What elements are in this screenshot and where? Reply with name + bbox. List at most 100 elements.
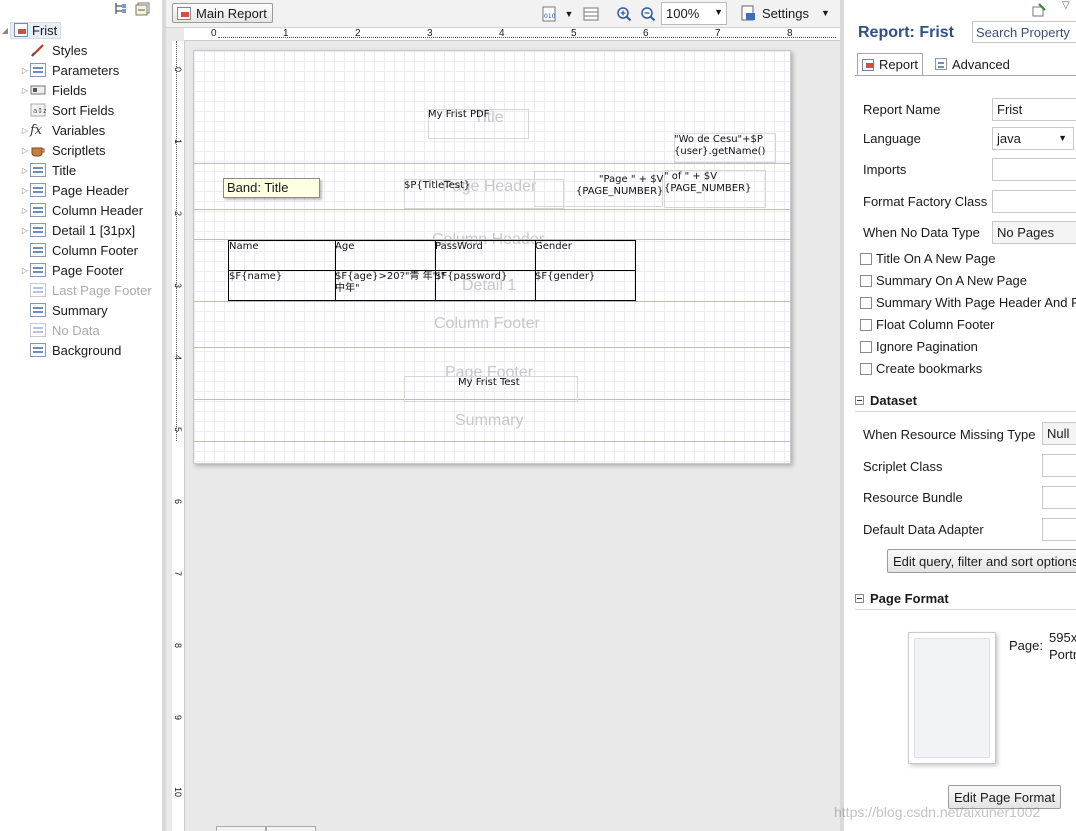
data-table[interactable]: Name Age PassWord Gender $F{name} $F{age… <box>228 240 636 301</box>
tree-item-label: Column Footer <box>52 242 138 258</box>
expand-arrow-icon[interactable]: ▷ <box>20 266 30 275</box>
summary-header-footer-checkbox[interactable]: Summary With Page Header And Footer <box>860 295 1076 310</box>
scriplet-class-field[interactable] <box>1042 454 1076 477</box>
zoom-combo[interactable]: 100% ▼ <box>661 2 727 25</box>
dataset-section-header[interactable]: Dataset <box>855 393 1076 412</box>
tree-item-label: Detail 1 [31px] <box>52 222 136 238</box>
tab-report[interactable]: Report <box>857 53 924 75</box>
collapse-section-icon[interactable] <box>855 396 864 405</box>
zoom-out-icon[interactable] <box>640 4 656 23</box>
column-header-cell[interactable]: PassWord <box>435 241 483 253</box>
tree-item-column-header[interactable]: ▷ Column Header <box>0 200 162 220</box>
settings-menu[interactable]: Settings ▼ <box>740 5 830 21</box>
title-text[interactable]: My Frist PDF <box>428 109 489 121</box>
default-adapter-field[interactable] <box>1042 518 1076 541</box>
collapse-arrow-icon[interactable]: ◢ <box>0 26 10 35</box>
tree-item-variables[interactable]: ▷ fx Variables <box>0 120 162 140</box>
tree-item-page-footer[interactable]: ▷ Page Footer <box>0 260 162 280</box>
expand-arrow-icon[interactable]: ▷ <box>20 86 30 95</box>
language-select[interactable]: java ▼ <box>992 127 1074 150</box>
band-divider[interactable] <box>194 163 790 164</box>
bottom-tab[interactable] <box>266 826 316 831</box>
report-name-field[interactable]: Frist <box>992 98 1076 121</box>
detail-cell[interactable]: $F{age}>20?"青 年":" 中年" <box>335 271 445 295</box>
collapse-all-icon[interactable] <box>135 2 150 16</box>
tree-item-label: Background <box>52 342 122 358</box>
expand-arrow-icon[interactable]: ▷ <box>20 186 30 195</box>
param-title-text[interactable]: $P{TitleTest} <box>404 180 470 192</box>
tree-item-summary[interactable]: Summary <box>0 300 162 320</box>
chevron-down-icon[interactable]: ▼ <box>564 4 574 23</box>
tree-item-background[interactable]: Background <box>0 340 162 360</box>
tree-item-detail[interactable]: ▷ Detail 1 [31px] <box>0 220 162 240</box>
column-header-cell[interactable]: Name <box>229 241 259 253</box>
tree-item-sort-fields[interactable]: a↕z Sort Fields <box>0 100 162 120</box>
detail-cell[interactable]: $F{name} <box>229 271 282 283</box>
tree-item-parameters[interactable]: ▷ Parameters <box>0 60 162 80</box>
tree-item-last-page-footer[interactable]: Last Page Footer <box>0 280 162 300</box>
tree-item-page-header[interactable]: ▷ Page Header <box>0 180 162 200</box>
page-format-section-header[interactable]: Page Format <box>855 591 1076 610</box>
tree-item-title[interactable]: ▷ Title <box>0 160 162 180</box>
band-tooltip: Band: Title <box>223 178 320 198</box>
tree-item-column-footer[interactable]: Column Footer <box>0 240 162 260</box>
edit-query-button[interactable]: Edit query, filter and sort options <box>887 549 1076 573</box>
chevron-down-icon[interactable]: ▼ <box>714 7 723 17</box>
view-menu-icon[interactable]: ▽ <box>1062 0 1070 11</box>
checkbox-box[interactable] <box>860 318 872 331</box>
format-factory-field[interactable] <box>992 190 1076 213</box>
expand-arrow-icon[interactable]: ▷ <box>20 66 30 75</box>
detail-cell[interactable]: $F{password} <box>435 271 507 283</box>
float-column-footer-checkbox[interactable]: Float Column Footer <box>860 317 995 332</box>
checkbox-box[interactable] <box>860 340 872 353</box>
detail-cell[interactable]: $F{gender} <box>535 271 595 283</box>
default-adapter-label: Default Data Adapter <box>863 522 984 537</box>
collapse-section-icon[interactable] <box>855 594 864 603</box>
band-divider[interactable] <box>194 209 790 210</box>
imports-field[interactable] <box>992 158 1076 181</box>
tree-root[interactable]: ◢ Frist <box>0 20 162 40</box>
svg-text:010: 010 <box>544 13 556 20</box>
ruler-number: 1 <box>173 139 183 145</box>
expand-arrow-icon[interactable]: ▷ <box>20 126 30 135</box>
summary-new-page-checkbox[interactable]: Summary On A New Page <box>860 273 1027 288</box>
tree-item-fields[interactable]: ▷ Fields <box>0 80 162 100</box>
tree-item-no-data[interactable]: No Data <box>0 320 162 340</box>
bottom-tab[interactable] <box>216 826 266 831</box>
resource-bundle-label: Resource Bundle <box>863 490 963 505</box>
ignore-pagination-checkbox[interactable]: Ignore Pagination <box>860 339 978 354</box>
tree-item-styles[interactable]: Styles <box>0 40 162 60</box>
create-bookmarks-checkbox[interactable]: Create bookmarks <box>860 361 982 376</box>
footer-text[interactable]: My Frist Test <box>458 377 520 389</box>
tab-advanced[interactable]: Advanced <box>931 53 1014 75</box>
resource-bundle-field[interactable] <box>1042 486 1076 509</box>
zoom-in-icon[interactable] <box>616 4 632 23</box>
pin-view-icon[interactable] <box>1031 2 1047 21</box>
band-divider[interactable] <box>194 441 790 442</box>
title-new-page-checkbox[interactable]: Title On A New Page <box>860 251 995 266</box>
checkbox-box[interactable] <box>860 252 872 265</box>
tree-layout-icon[interactable] <box>113 2 127 16</box>
checkbox-box[interactable] <box>860 274 872 287</box>
tree-item-label: Variables <box>52 122 106 138</box>
no-data-type-select[interactable]: No Pages <box>992 221 1076 244</box>
main-report-tab[interactable]: Main Report <box>172 3 273 23</box>
page-number-text[interactable]: "Page " + $V {PAGE_NUMBER} <box>576 174 663 198</box>
band-divider[interactable] <box>194 347 790 348</box>
checkbox-box[interactable] <box>860 362 872 375</box>
expand-arrow-icon[interactable]: ▷ <box>20 226 30 235</box>
data-format-icon[interactable]: 010 <box>540 4 558 23</box>
search-property-input[interactable]: Search Property <box>972 21 1076 43</box>
checkbox-box[interactable] <box>860 296 872 309</box>
expand-arrow-icon[interactable]: ▷ <box>20 166 30 175</box>
user-expression-text[interactable]: "Wo de Cesu"+$P {user}.getName() <box>674 134 765 158</box>
tree-item-scriptlets[interactable]: ▷ Scriptlets <box>0 140 162 160</box>
column-header-cell[interactable]: Age <box>335 241 354 253</box>
column-header-cell[interactable]: Gender <box>535 241 572 253</box>
band-divider[interactable] <box>194 301 790 302</box>
page-total-text[interactable]: " of " + $V {PAGE_NUMBER} <box>664 171 751 195</box>
expand-arrow-icon[interactable]: ▷ <box>20 146 30 155</box>
grid-toggle-icon[interactable] <box>582 4 600 23</box>
expand-arrow-icon[interactable]: ▷ <box>20 206 30 215</box>
resource-missing-select[interactable]: Null <box>1042 422 1076 445</box>
